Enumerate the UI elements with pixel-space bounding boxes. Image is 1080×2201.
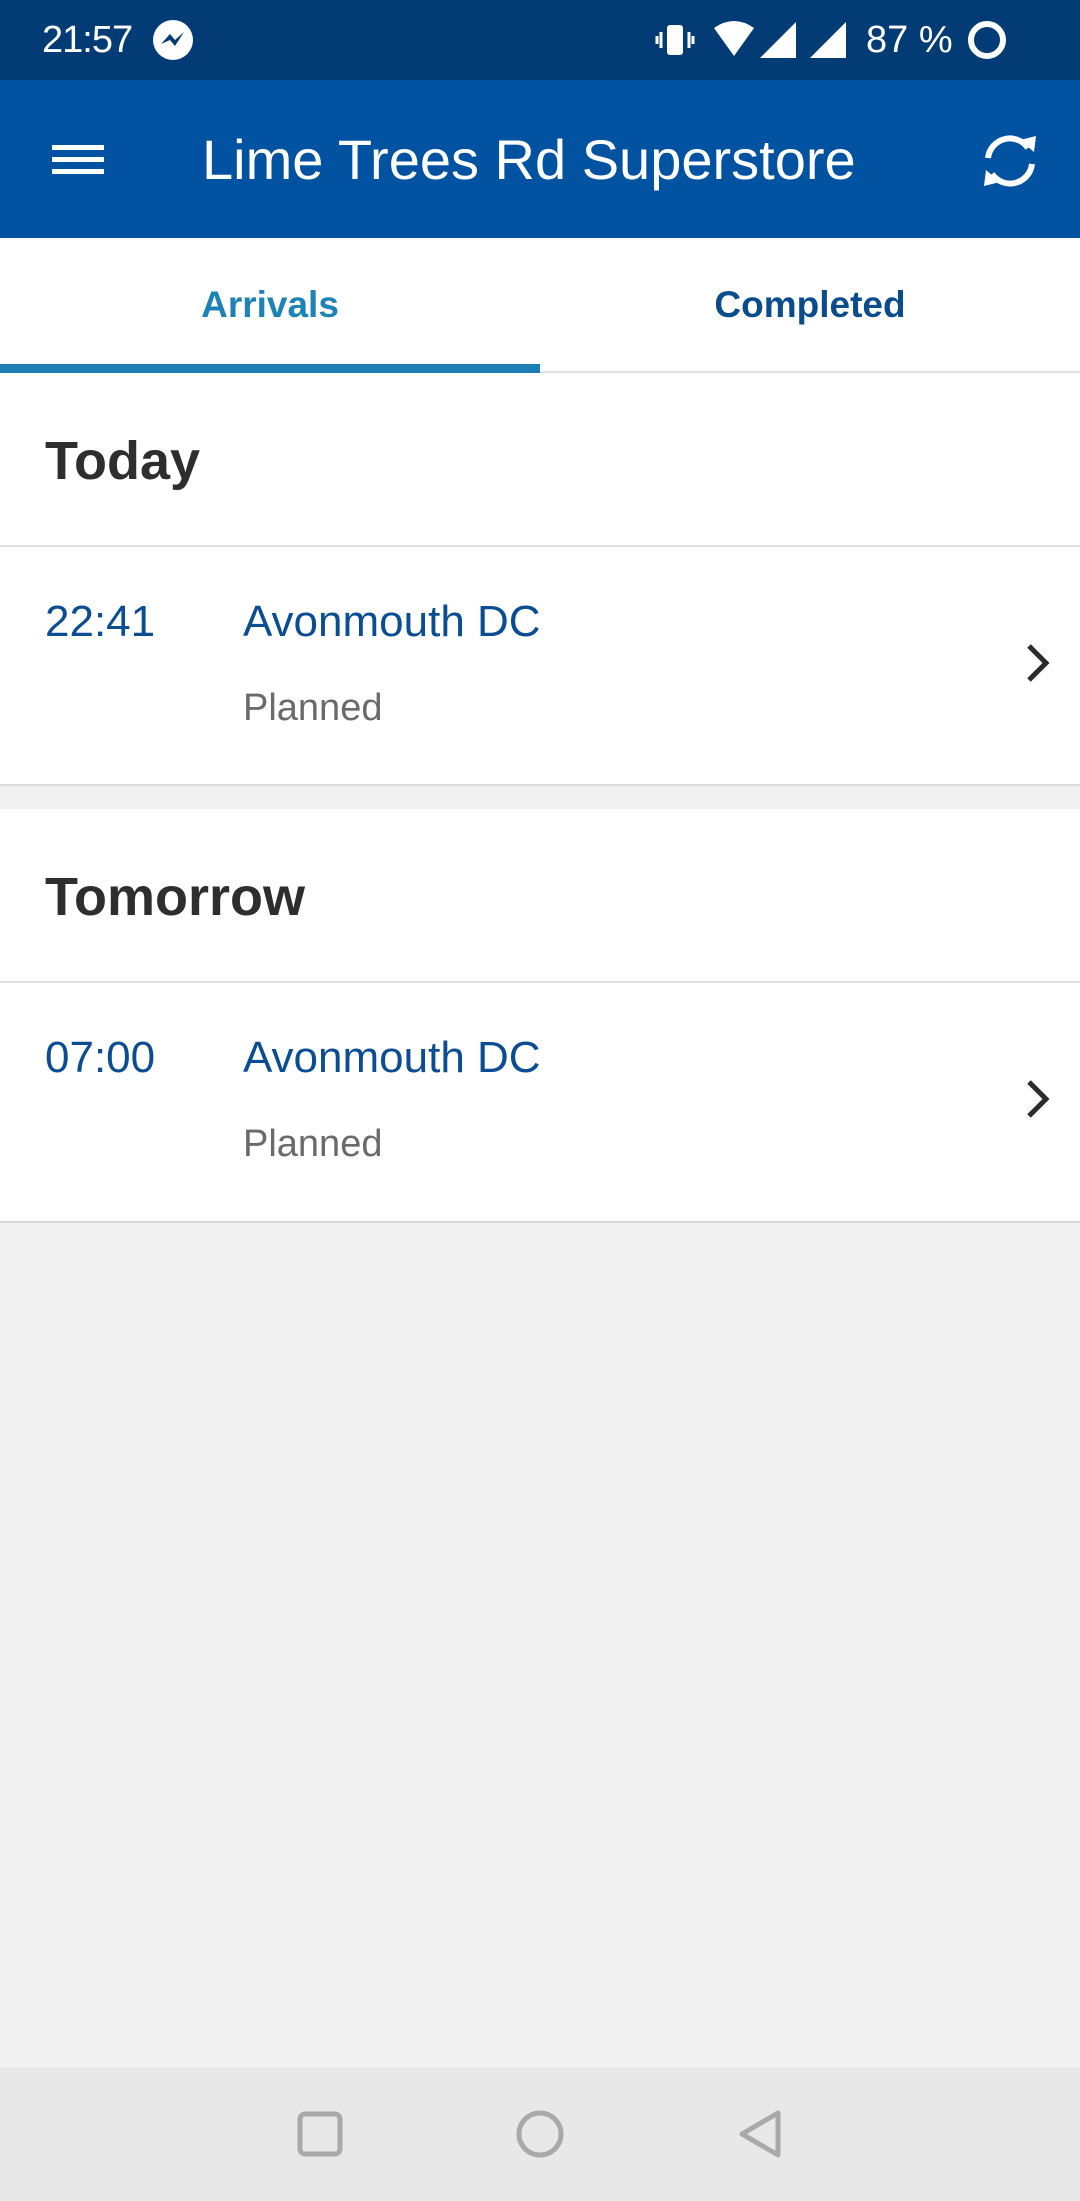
signal-icon xyxy=(760,22,796,58)
section-heading: Tomorrow xyxy=(45,867,305,927)
refresh-icon xyxy=(984,135,1036,187)
home-button[interactable] xyxy=(500,2097,580,2171)
chevron-right-icon xyxy=(1027,644,1050,682)
delivery-row[interactable]: 22:41 Avonmouth DC Planned xyxy=(0,547,1080,784)
chevron-right-icon xyxy=(1027,1080,1050,1118)
status-time: 21:57 xyxy=(42,19,133,61)
app-bar: Lime Trees Rd Superstore xyxy=(0,80,1080,238)
vibrate-icon xyxy=(655,25,695,55)
back-triangle-icon xyxy=(739,2110,781,2158)
system-nav-bar xyxy=(0,2067,1080,2201)
signal-icon xyxy=(810,22,846,58)
section-today: Today 22:41 Avonmouth DC Planned xyxy=(0,373,1080,786)
section-tomorrow: Tomorrow 07:00 Avonmouth DC Planned xyxy=(0,809,1080,1223)
delivery-time: 07:00 xyxy=(45,1033,156,1082)
battery-ring-icon xyxy=(968,21,1006,59)
section-header: Tomorrow xyxy=(0,809,1080,983)
battery-percent: 87 % xyxy=(866,19,953,61)
tab-completed[interactable]: Completed xyxy=(540,238,1080,371)
tab-arrivals[interactable]: Arrivals xyxy=(0,238,540,371)
tab-selected-indicator xyxy=(0,364,540,373)
wifi-icon xyxy=(714,21,754,56)
tab-bar: Arrivals Completed xyxy=(0,238,1080,373)
status-bar: 21:57 87 % xyxy=(0,0,1080,80)
section-header: Today xyxy=(0,373,1080,547)
delivery-row[interactable]: 07:00 Avonmouth DC Planned xyxy=(0,983,1080,1220)
menu-button[interactable] xyxy=(38,125,120,193)
recents-square-icon xyxy=(297,2111,343,2157)
refresh-button[interactable] xyxy=(970,126,1050,196)
delivery-status: Planned xyxy=(243,1123,383,1165)
page-title: Lime Trees Rd Superstore xyxy=(202,128,856,191)
delivery-origin: Avonmouth DC xyxy=(243,597,541,646)
back-button[interactable] xyxy=(720,2097,800,2171)
home-circle-icon xyxy=(516,2110,564,2158)
recents-button[interactable] xyxy=(280,2097,360,2171)
messenger-icon xyxy=(153,20,193,60)
hamburger-menu-icon xyxy=(52,145,104,174)
delivery-time: 22:41 xyxy=(45,597,156,646)
delivery-status: Planned xyxy=(243,687,383,729)
section-heading: Today xyxy=(45,431,201,491)
delivery-origin: Avonmouth DC xyxy=(243,1033,541,1082)
